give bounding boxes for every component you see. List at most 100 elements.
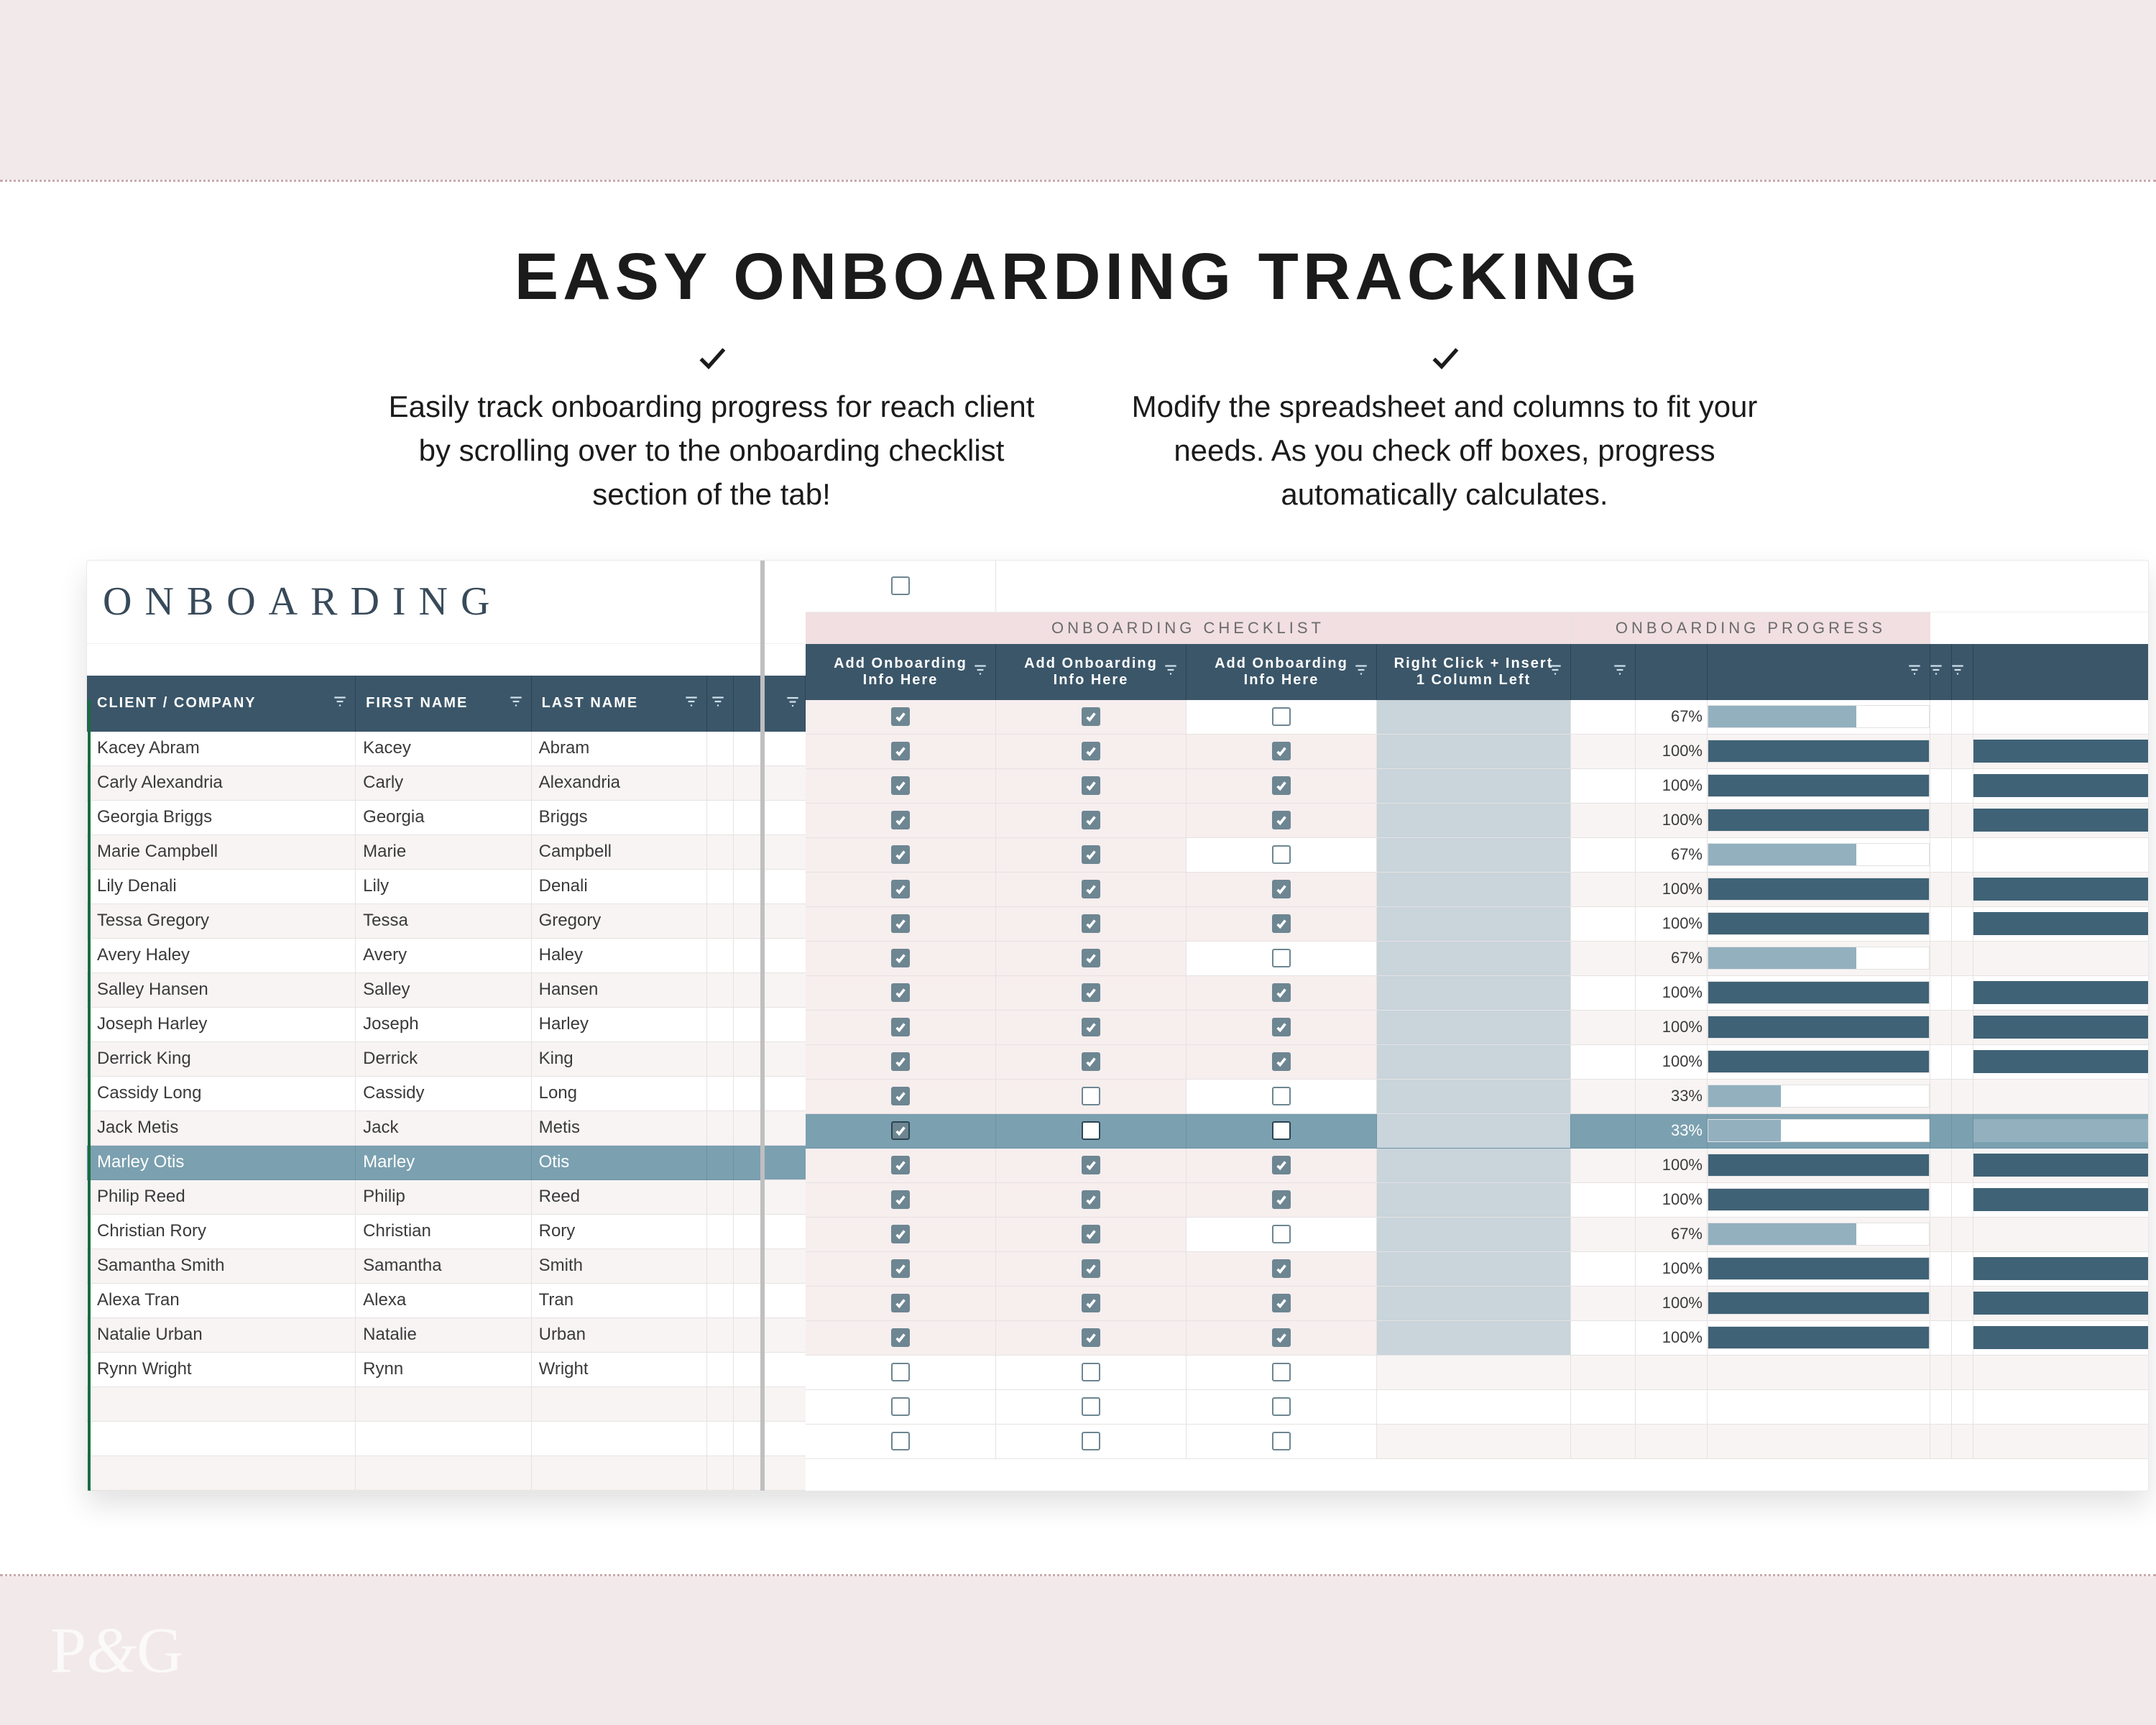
table-row[interactable]: Rynn WrightRynnWright <box>87 1353 760 1387</box>
cell-right-click-insert[interactable] <box>1377 1114 1571 1149</box>
cell-spacer[interactable] <box>1571 1425 1636 1459</box>
cell-tail[interactable] <box>1952 1321 1973 1356</box>
cell-tail[interactable] <box>1930 1218 1952 1252</box>
cell-edge[interactable] <box>1973 1045 2148 1080</box>
cell-last-name[interactable]: Tran <box>532 1284 707 1318</box>
checkbox-icon[interactable] <box>1272 1397 1291 1416</box>
cell-progress-pct[interactable]: 67% <box>1636 700 1708 735</box>
cell-company[interactable]: Natalie Urban <box>87 1318 356 1353</box>
cell-spacer[interactable] <box>734 1387 760 1422</box>
cell-tail[interactable] <box>1930 1287 1952 1321</box>
filter-icon[interactable] <box>1907 662 1922 682</box>
cell-progress-pct[interactable]: 67% <box>1636 1218 1708 1252</box>
cell-last-name[interactable]: Long <box>532 1077 707 1111</box>
cell-last-name[interactable]: Alexandria <box>532 766 707 801</box>
cell-checkbox[interactable] <box>996 838 1187 873</box>
cell-edge[interactable] <box>1973 976 2148 1011</box>
cell-checkbox[interactable] <box>996 700 1187 735</box>
table-row[interactable]: 100% <box>806 804 2148 838</box>
cell-spacer[interactable] <box>1571 1080 1636 1114</box>
cell-spacer[interactable] <box>734 1180 760 1215</box>
checkbox-icon[interactable] <box>1272 1363 1291 1381</box>
cell-edge[interactable] <box>1973 1149 2148 1183</box>
cell-checkbox[interactable] <box>806 1218 996 1252</box>
cell-progress-pct[interactable] <box>1636 1390 1708 1425</box>
cell-checkbox[interactable] <box>1187 1321 1377 1356</box>
cell-checkbox[interactable] <box>996 735 1187 769</box>
checkbox-icon[interactable] <box>1082 1121 1100 1140</box>
checkbox-icon[interactable] <box>891 1190 910 1209</box>
cell-tail[interactable] <box>1952 1149 1973 1183</box>
cell-spacer[interactable] <box>1571 976 1636 1011</box>
cell-tail[interactable] <box>1952 735 1973 769</box>
cell-checkbox[interactable] <box>1187 838 1377 873</box>
table-row[interactable]: Alexa TranAlexaTran <box>87 1284 760 1318</box>
filter-icon[interactable] <box>1163 662 1179 682</box>
checkbox-icon[interactable] <box>1082 949 1100 967</box>
cell-last-name[interactable]: Metis <box>532 1111 707 1146</box>
cell-progress-pct[interactable]: 67% <box>1636 838 1708 873</box>
cell-edge[interactable] <box>1973 700 2148 735</box>
cell-tail[interactable] <box>1930 735 1952 769</box>
cell-progress-pct[interactable]: 100% <box>1636 1252 1708 1287</box>
cell-checkbox[interactable] <box>806 1114 996 1149</box>
cell-checkbox[interactable] <box>996 1080 1187 1114</box>
col-header-tail[interactable] <box>1930 644 1952 700</box>
cell-progress-bar[interactable] <box>1708 1356 1930 1390</box>
cell-right-click-insert[interactable] <box>1377 1356 1571 1390</box>
cell-first-name[interactable]: Cassidy <box>356 1077 531 1111</box>
cell-checkbox[interactable] <box>1187 1183 1377 1218</box>
checkbox-icon[interactable] <box>891 845 910 864</box>
cell-spacer[interactable] <box>734 1077 760 1111</box>
cell-first-name[interactable]: Natalie <box>356 1318 531 1353</box>
checkbox-icon[interactable] <box>1272 1328 1291 1347</box>
cell-spacer[interactable] <box>707 1387 734 1422</box>
cell-progress-bar[interactable] <box>1708 769 1930 804</box>
cell-company[interactable]: Jack Metis <box>87 1111 356 1146</box>
table-row[interactable]: 100% <box>806 1321 2148 1356</box>
table-row[interactable] <box>87 1456 760 1491</box>
cell-spacer[interactable] <box>707 870 734 904</box>
cell-progress-pct[interactable]: 33% <box>1636 1114 1708 1149</box>
table-row[interactable]: Marley OtisMarleyOtis <box>87 1146 760 1180</box>
cell-company[interactable]: Philip Reed <box>87 1180 356 1215</box>
cell-right-click-insert[interactable] <box>1377 1425 1571 1459</box>
cell-checkbox[interactable] <box>806 1149 996 1183</box>
cell-spacer[interactable] <box>1571 700 1636 735</box>
cell-tail[interactable] <box>1952 976 1973 1011</box>
checkbox-icon[interactable] <box>891 880 910 898</box>
cell-progress-pct[interactable]: 100% <box>1636 976 1708 1011</box>
cell-checkbox[interactable] <box>996 1356 1187 1390</box>
cell-spacer[interactable] <box>734 1456 760 1491</box>
col-header-company[interactable]: CLIENT / COMPANY <box>87 676 356 732</box>
cell-last-name[interactable] <box>532 1422 707 1456</box>
col-header-first-name[interactable]: FIRST NAME <box>356 676 531 732</box>
cell-first-name[interactable]: Alexa <box>356 1284 531 1318</box>
cell-spacer[interactable] <box>707 1456 734 1491</box>
col-header-chk3[interactable]: Add Onboarding Info Here <box>1187 644 1377 700</box>
checkbox-icon[interactable] <box>1082 1432 1100 1450</box>
checkbox-icon[interactable] <box>1272 776 1291 795</box>
cell-right-click-insert[interactable] <box>1377 735 1571 769</box>
checkbox-icon[interactable] <box>1082 1294 1100 1312</box>
cell-checkbox[interactable] <box>806 838 996 873</box>
cell-right-click-insert[interactable] <box>1377 1321 1571 1356</box>
cell-first-name[interactable]: Salley <box>356 973 531 1008</box>
table-row[interactable]: 100% <box>806 1252 2148 1287</box>
cell-edge[interactable] <box>1973 1183 2148 1218</box>
cell-edge[interactable] <box>1973 1321 2148 1356</box>
cell-first-name[interactable]: Joseph <box>356 1008 531 1042</box>
cell-first-name[interactable]: Georgia <box>356 801 531 835</box>
cell-checkbox[interactable] <box>1187 735 1377 769</box>
cell-checkbox[interactable] <box>806 804 996 838</box>
cell-spacer[interactable] <box>734 1215 760 1249</box>
col-header-chk1[interactable]: Add Onboarding Info Here <box>806 644 996 700</box>
cell-spacer[interactable] <box>1571 873 1636 907</box>
cell-company[interactable]: Cassidy Long <box>87 1077 356 1111</box>
checkbox-icon[interactable] <box>1272 1259 1291 1278</box>
cell-progress-pct[interactable]: 100% <box>1636 907 1708 942</box>
checkbox-icon[interactable] <box>1272 707 1291 726</box>
cell-last-name[interactable]: Reed <box>532 1180 707 1215</box>
table-row[interactable]: Joseph HarleyJosephHarley <box>87 1008 760 1042</box>
cell-checkbox[interactable] <box>996 1425 1187 1459</box>
